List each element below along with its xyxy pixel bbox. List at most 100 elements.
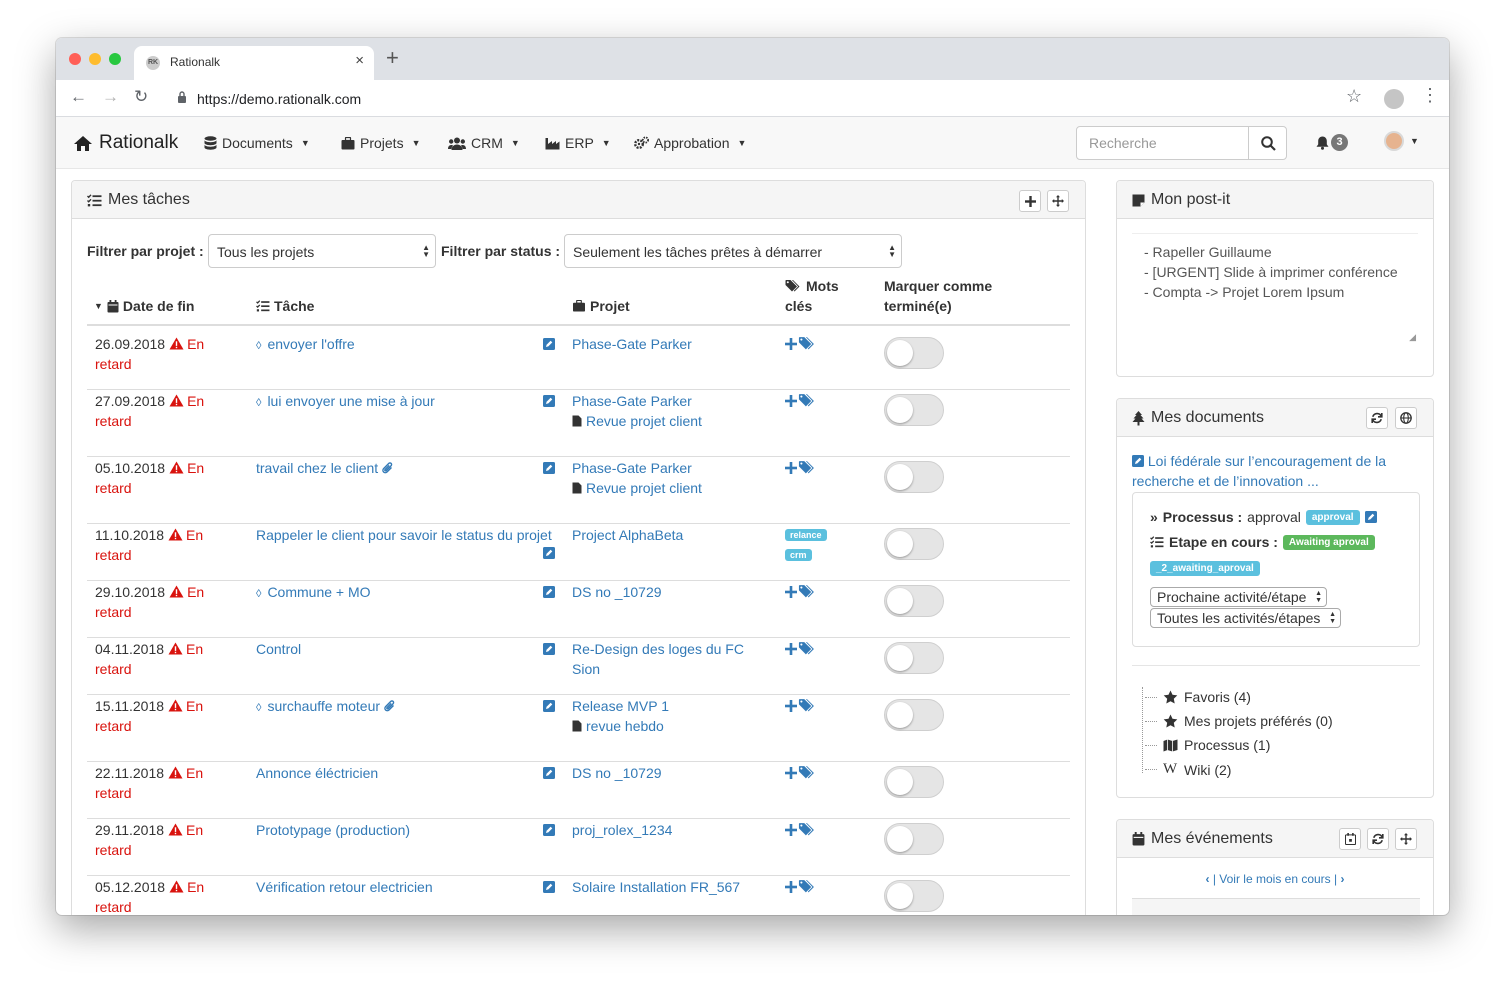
- mark-done-toggle[interactable]: [884, 394, 944, 426]
- mark-done-toggle[interactable]: [884, 528, 944, 560]
- subproject-link[interactable]: Revue projet client: [586, 413, 702, 429]
- mark-done-toggle[interactable]: [884, 766, 944, 798]
- project-link-line2[interactable]: Sion: [572, 661, 600, 677]
- mark-done-toggle[interactable]: [884, 823, 944, 855]
- search-input[interactable]: [1077, 127, 1248, 159]
- refresh-documents-button[interactable]: [1366, 407, 1388, 429]
- project-link[interactable]: Project AlphaBeta: [572, 527, 683, 543]
- mark-done-toggle[interactable]: [884, 585, 944, 617]
- add-keyword-button[interactable]: [785, 584, 817, 599]
- previous-month-icon[interactable]: ‹: [1206, 872, 1210, 886]
- move-events-panel-button[interactable]: [1395, 828, 1417, 850]
- subproject-link[interactable]: Revue projet client: [586, 480, 702, 496]
- project-link[interactable]: Phase-Gate Parker: [572, 336, 692, 352]
- task-link[interactable]: Annonce éléctricien: [256, 763, 556, 783]
- calendar-button[interactable]: [1339, 828, 1361, 850]
- edit-task-icon[interactable]: [543, 699, 555, 712]
- menu-erp[interactable]: ERP ▼: [545, 135, 611, 151]
- add-keyword-button[interactable]: [785, 460, 817, 475]
- profile-icon[interactable]: [1384, 89, 1404, 109]
- column-header-due-date[interactable]: ▼ Date de fin: [94, 296, 195, 316]
- refresh-events-button[interactable]: [1367, 828, 1389, 850]
- edit-task-icon[interactable]: [543, 461, 555, 474]
- back-icon[interactable]: ←: [70, 87, 87, 107]
- edit-task-icon[interactable]: [543, 766, 555, 779]
- edit-task-icon[interactable]: [543, 642, 555, 655]
- column-header-project[interactable]: Projet: [572, 296, 630, 316]
- globe-documents-button[interactable]: [1395, 407, 1417, 429]
- menu-projets[interactable]: Projets ▼: [341, 135, 421, 151]
- add-task-button[interactable]: [1019, 190, 1041, 212]
- mark-done-toggle[interactable]: [884, 880, 944, 912]
- current-month-link[interactable]: | Voir le mois en cours |: [1213, 872, 1337, 886]
- task-link[interactable]: Prototypage (production): [256, 820, 556, 840]
- close-window-button[interactable]: [69, 53, 81, 65]
- menu-documents[interactable]: Documents ▼: [204, 135, 310, 151]
- add-keyword-button[interactable]: [785, 698, 817, 713]
- next-month-icon[interactable]: ›: [1340, 872, 1344, 886]
- all-activities-select[interactable]: Toutes les activités/étapes ▲ ▼: [1150, 608, 1341, 628]
- project-link[interactable]: Release MVP 1: [572, 698, 669, 714]
- bookmark-star-icon[interactable]: ☆: [1346, 86, 1362, 107]
- tree-item-favoris[interactable]: Favoris (4): [1145, 689, 1251, 705]
- project-link[interactable]: Re-Design des loges du FC: [572, 641, 744, 657]
- add-keyword-button[interactable]: [785, 822, 817, 837]
- task-link[interactable]: travail chez le client: [256, 458, 556, 478]
- add-keyword-button[interactable]: [785, 336, 817, 351]
- brand-link[interactable]: Rationalk: [73, 132, 178, 154]
- add-keyword-button[interactable]: [785, 765, 817, 780]
- column-header-task[interactable]: Tâche: [256, 296, 314, 316]
- mark-done-toggle[interactable]: [884, 642, 944, 674]
- task-link[interactable]: Rappeler le client pour savoir le status…: [256, 525, 556, 545]
- task-link[interactable]: ◊ surchauffe moteur: [256, 696, 556, 718]
- edit-task-icon[interactable]: [543, 823, 555, 836]
- close-tab-icon[interactable]: ×: [355, 52, 364, 69]
- url-field[interactable]: https://demo.rationalk.com: [167, 84, 1357, 112]
- edit-task-icon[interactable]: [543, 880, 555, 893]
- edit-task-icon[interactable]: [543, 394, 555, 407]
- minimize-window-button[interactable]: [89, 53, 101, 65]
- subproject-link[interactable]: revue hebdo: [586, 718, 664, 734]
- postit-textarea[interactable]: - Rapeller Guillaume - [URGENT] Slide à …: [1132, 233, 1418, 349]
- move-panel-button[interactable]: [1047, 190, 1069, 212]
- project-link[interactable]: Solaire Installation FR_567: [572, 879, 740, 895]
- tree-item-wiki[interactable]: W Wiki (2): [1145, 761, 1231, 778]
- caret-down-icon[interactable]: ▼: [1410, 136, 1419, 146]
- project-link[interactable]: DS no _10729: [572, 765, 662, 781]
- next-activity-select[interactable]: Prochaine activité/étape ▲ ▼: [1150, 587, 1327, 607]
- project-link[interactable]: Phase-Gate Parker: [572, 393, 692, 409]
- resize-handle-icon[interactable]: ◢: [1409, 327, 1416, 347]
- project-link[interactable]: DS no _10729: [572, 584, 662, 600]
- forward-icon[interactable]: →: [102, 87, 119, 107]
- edit-icon[interactable]: [1364, 511, 1377, 523]
- filter-status-select[interactable]: Seulement les tâches prêtes à démarrer ▲…: [564, 234, 902, 268]
- add-keyword-button[interactable]: [785, 641, 817, 656]
- edit-task-icon[interactable]: [543, 585, 555, 598]
- mark-done-toggle[interactable]: [884, 699, 944, 731]
- reload-icon[interactable]: ↻: [134, 87, 148, 107]
- menu-approbation[interactable]: Approbation ▼: [634, 135, 746, 151]
- tree-item-processus[interactable]: Processus (1): [1145, 737, 1270, 753]
- maximize-window-button[interactable]: [109, 53, 121, 65]
- keyword-tag[interactable]: crm: [785, 549, 812, 561]
- task-link[interactable]: ◊ Commune + MO: [256, 582, 556, 604]
- notifications-button[interactable]: 3: [1316, 134, 1348, 151]
- edit-task-icon[interactable]: [543, 546, 555, 559]
- edit-task-icon[interactable]: [543, 337, 555, 350]
- search-button[interactable]: [1248, 127, 1287, 159]
- browser-tab[interactable]: RK Rationalk ×: [134, 46, 374, 80]
- keyword-tag[interactable]: relance: [785, 529, 827, 541]
- add-keyword-button[interactable]: [785, 393, 817, 408]
- mark-done-toggle[interactable]: [884, 337, 944, 369]
- mark-done-toggle[interactable]: [884, 461, 944, 493]
- menu-crm[interactable]: CRM ▼: [448, 135, 520, 151]
- avatar[interactable]: [1384, 131, 1404, 151]
- task-link[interactable]: ◊ envoyer l'offre: [256, 334, 556, 356]
- document-link[interactable]: Loi fédérale sur l’encouragement de la r…: [1132, 451, 1422, 491]
- tree-item-projets-preferes[interactable]: Mes projets préférés (0): [1145, 713, 1333, 729]
- task-link[interactable]: ◊ lui envoyer une mise à jour: [256, 391, 556, 413]
- add-keyword-button[interactable]: [785, 879, 817, 894]
- task-link[interactable]: Vérification retour electricien: [256, 877, 556, 897]
- task-link[interactable]: Control: [256, 639, 556, 659]
- project-link[interactable]: Phase-Gate Parker: [572, 460, 692, 476]
